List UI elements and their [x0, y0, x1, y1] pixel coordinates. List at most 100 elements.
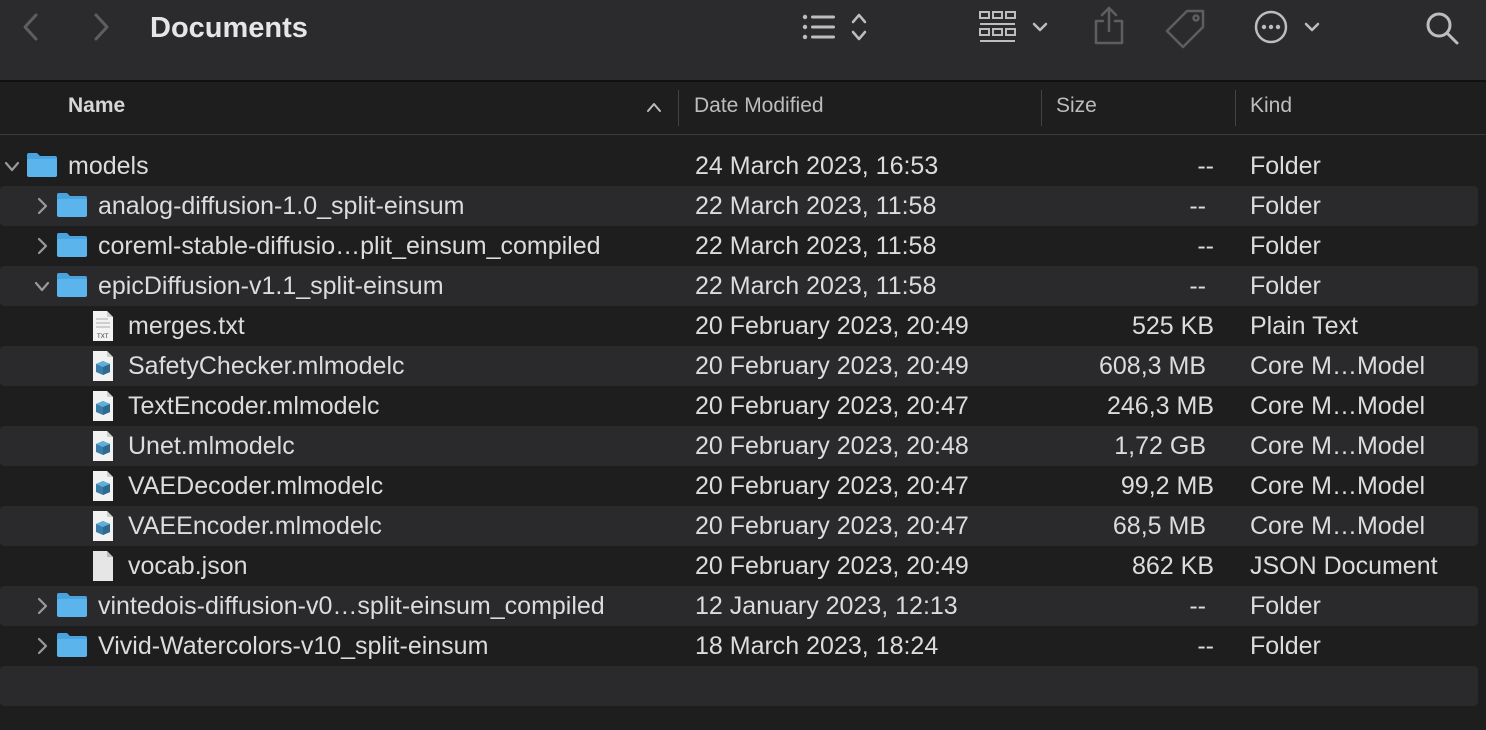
- file-name: epicDiffusion-v1.1_split-einsum: [98, 272, 444, 300]
- file-kind: Core M…Model: [1250, 472, 1426, 500]
- chevron-down-icon[interactable]: [1028, 14, 1052, 40]
- column-divider[interactable]: [1235, 90, 1236, 126]
- disclosure-closed-icon[interactable]: [30, 634, 54, 658]
- file-row[interactable]: VAEEncoder.mlmodelc 20 February 2023, 20:…: [0, 506, 1478, 546]
- date-modified: 20 February 2023, 20:49: [695, 352, 969, 380]
- folder-icon: [26, 150, 58, 185]
- text-file-icon: TXT: [90, 310, 116, 347]
- core-ml-model-icon: [90, 510, 116, 547]
- file-row[interactable]: models 24 March 2023, 16:53 -- Folder: [0, 146, 1486, 186]
- sort-ascending-icon: [642, 96, 666, 118]
- date-modified: 22 March 2023, 11:58: [695, 192, 937, 220]
- file-size: 99,2 MB: [1120, 472, 1214, 500]
- grid-view-icon[interactable]: [976, 8, 1018, 46]
- file-row[interactable]: Unet.mlmodelc 20 February 2023, 20:48 1,72…: [0, 426, 1478, 466]
- file-row[interactable]: SafetyChecker.mlmodelc 20 February 2023, …: [0, 346, 1478, 386]
- column-size-header[interactable]: Size: [1056, 82, 1097, 134]
- file-row[interactable]: vintedois-diffusion-v0…split-einsum_comp…: [0, 586, 1478, 626]
- folder-icon: [56, 270, 88, 305]
- date-modified: 20 February 2023, 20:48: [695, 432, 969, 460]
- chevron-down-icon[interactable]: [1300, 14, 1324, 40]
- file-name: merges.txt: [128, 312, 245, 340]
- file-size: 608,3 MB: [1098, 352, 1206, 380]
- disclosure-open-icon[interactable]: [30, 274, 54, 298]
- file-name: Unet.mlmodelc: [128, 432, 295, 460]
- file-name: VAEDecoder.mlmodelc: [128, 472, 384, 500]
- file-name: vocab.json: [128, 552, 248, 580]
- file-name: analog-diffusion-1.0_split-einsum: [98, 192, 465, 220]
- file-kind: Folder: [1250, 192, 1321, 220]
- search-icon[interactable]: [1422, 8, 1462, 48]
- disclosure-open-icon[interactable]: [0, 154, 24, 178]
- date-modified: 20 February 2023, 20:49: [695, 552, 969, 580]
- file-name: coreml-stable-diffusio…plit_einsum_compi…: [98, 232, 601, 260]
- more-options-icon[interactable]: [1252, 8, 1290, 46]
- sort-updown-icon[interactable]: [846, 10, 872, 44]
- file-name: Vivid-Watercolors-v10_split-einsum: [98, 632, 489, 660]
- svg-text:TXT: TXT: [96, 333, 109, 340]
- disclosure-closed-icon[interactable]: [30, 194, 54, 218]
- file-row[interactable]: vocab.json 20 February 2023, 20:49 862 KB J…: [0, 546, 1486, 586]
- file-name: SafetyChecker.mlmodelc: [128, 352, 405, 380]
- file-kind: Folder: [1250, 272, 1321, 300]
- share-icon[interactable]: [1090, 4, 1128, 48]
- file-size: --: [1197, 152, 1214, 180]
- file-size: --: [1189, 592, 1206, 620]
- file-row[interactable]: TXT merges.txt 20 February 2023, 20:49 525 …: [0, 306, 1486, 346]
- toolbar: Documents: [0, 0, 1486, 82]
- file-kind: JSON Document: [1250, 552, 1438, 580]
- file-size: 246,3 MB: [1106, 392, 1214, 420]
- date-modified: 20 February 2023, 20:47: [695, 392, 969, 420]
- core-ml-model-icon: [90, 350, 116, 387]
- file-kind: Core M…Model: [1250, 392, 1426, 420]
- column-divider[interactable]: [678, 90, 679, 126]
- column-name-header[interactable]: Name: [68, 82, 125, 134]
- window-title: Documents: [150, 12, 308, 44]
- file-kind: Folder: [1250, 592, 1321, 620]
- file-size: 862 KB: [1131, 552, 1214, 580]
- file-row[interactable]: coreml-stable-diffusio…plit_einsum_compi…: [0, 226, 1486, 266]
- date-modified: 20 February 2023, 20:47: [695, 472, 969, 500]
- core-ml-model-icon: [90, 470, 116, 507]
- file-kind: Core M…Model: [1250, 352, 1426, 380]
- json-file-icon: [90, 550, 116, 587]
- folder-icon: [56, 190, 88, 225]
- column-header: Name Date Modified Size Kind: [0, 82, 1486, 135]
- file-row[interactable]: TextEncoder.mlmodelc 20 February 2023, 20…: [0, 386, 1486, 426]
- core-ml-model-icon: [90, 390, 116, 427]
- file-kind: Folder: [1250, 632, 1321, 660]
- file-name: VAEEncoder.mlmodelc: [128, 512, 382, 540]
- back-arrow-icon[interactable]: [14, 10, 48, 44]
- tag-icon[interactable]: [1164, 6, 1208, 50]
- file-row[interactable]: analog-diffusion-1.0_split-einsum 22 Marc…: [0, 186, 1478, 226]
- folder-icon: [56, 230, 88, 265]
- disclosure-closed-icon[interactable]: [30, 594, 54, 618]
- column-kind-header[interactable]: Kind: [1250, 82, 1292, 134]
- disclosure-closed-icon[interactable]: [30, 234, 54, 258]
- file-row[interactable]: epicDiffusion-v1.1_split-einsum 22 March …: [0, 266, 1478, 306]
- file-row[interactable]: Vivid-Watercolors-v10_split-einsum 18 Mar…: [0, 626, 1486, 666]
- empty-row: [0, 666, 1478, 706]
- file-kind: Plain Text: [1250, 312, 1358, 340]
- file-name: vintedois-diffusion-v0…split-einsum_comp…: [98, 592, 605, 620]
- date-modified: 20 February 2023, 20:49: [695, 312, 969, 340]
- column-date-header[interactable]: Date Modified: [694, 82, 824, 134]
- file-name: TextEncoder.mlmodelc: [128, 392, 380, 420]
- folder-icon: [56, 630, 88, 665]
- folder-icon: [56, 590, 88, 625]
- column-divider[interactable]: [1041, 90, 1042, 126]
- file-size: --: [1197, 232, 1214, 260]
- file-kind: Core M…Model: [1250, 432, 1426, 460]
- file-size: --: [1189, 272, 1206, 300]
- date-modified: 24 March 2023, 16:53: [695, 152, 939, 180]
- file-kind: Core M…Model: [1250, 512, 1426, 540]
- forward-arrow-icon[interactable]: [84, 10, 118, 44]
- file-size: 1,72 GB: [1114, 432, 1206, 460]
- file-size: 525 KB: [1131, 312, 1214, 340]
- date-modified: 18 March 2023, 18:24: [695, 632, 939, 660]
- list-view-icon[interactable]: [800, 10, 838, 44]
- file-size: --: [1197, 632, 1214, 660]
- file-row[interactable]: VAEDecoder.mlmodelc 20 February 2023, 20:…: [0, 466, 1486, 506]
- file-kind: Folder: [1250, 152, 1321, 180]
- file-name: models: [68, 152, 149, 180]
